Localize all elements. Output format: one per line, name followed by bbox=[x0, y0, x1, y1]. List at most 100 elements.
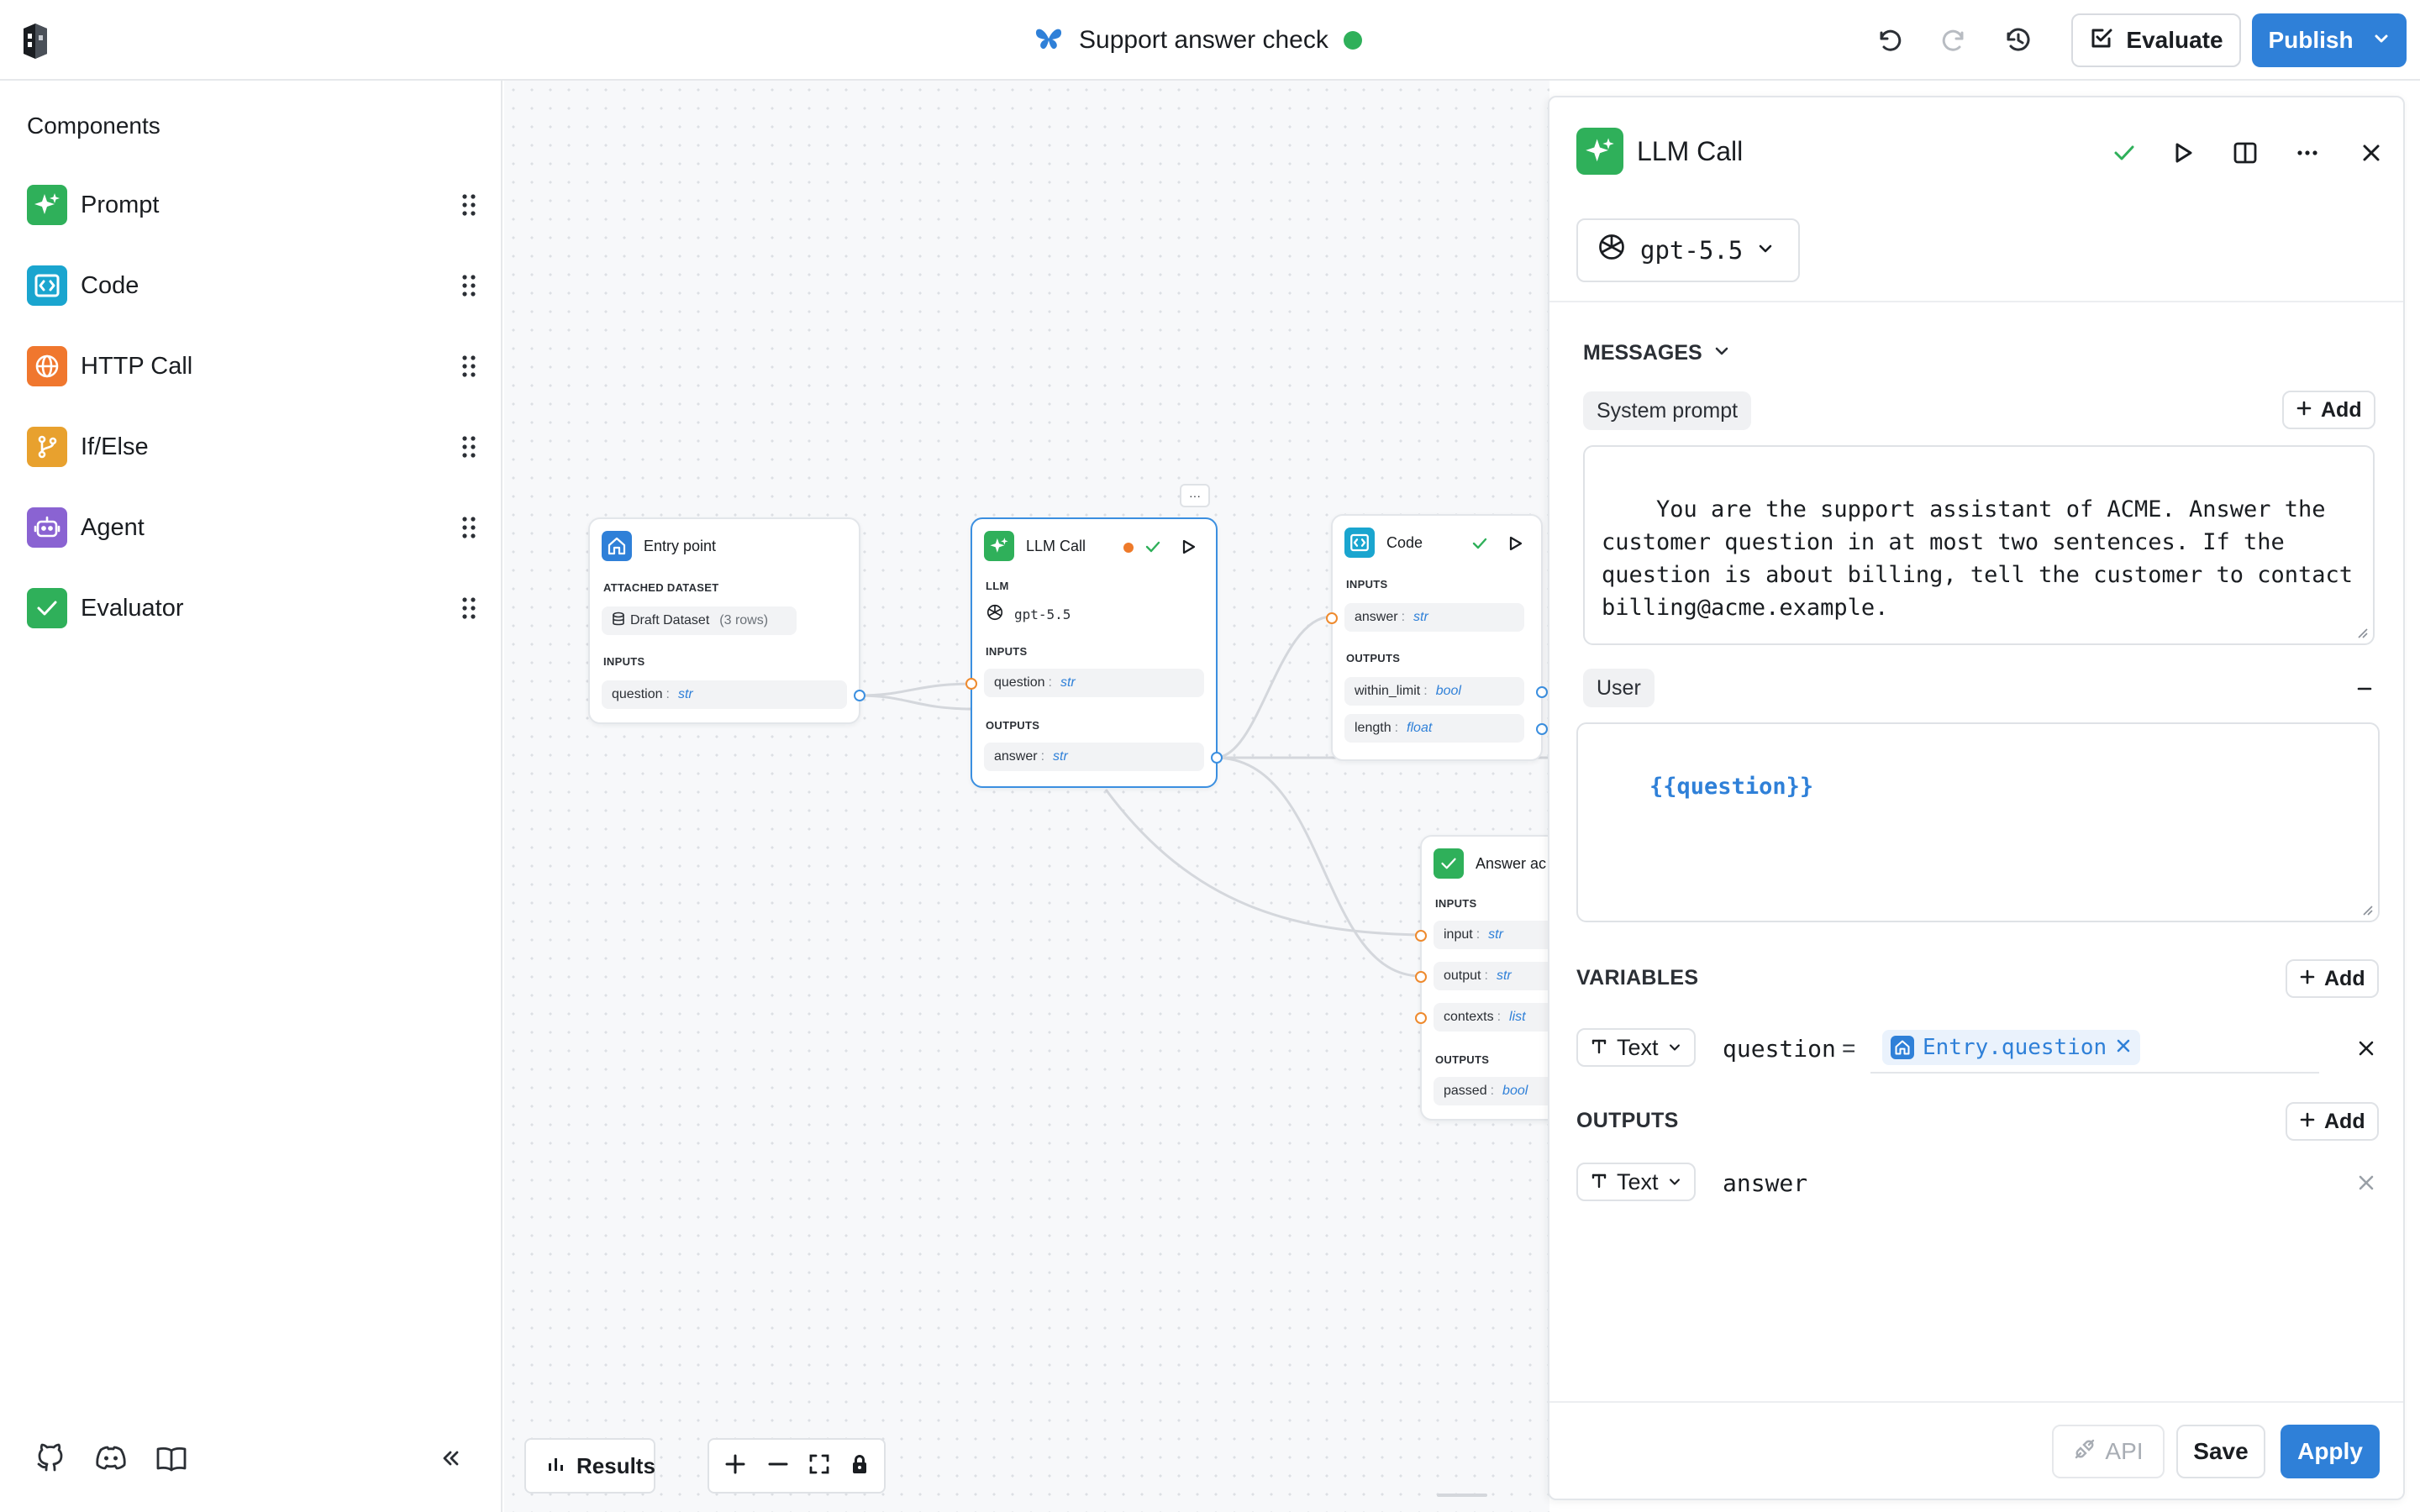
discord-icon[interactable] bbox=[92, 1440, 129, 1477]
evaluate-button[interactable]: Evaluate bbox=[2071, 13, 2241, 67]
drag-handle-icon[interactable] bbox=[460, 192, 477, 218]
api-button[interactable]: API bbox=[2052, 1425, 2165, 1478]
run-icon[interactable] bbox=[1179, 538, 1197, 560]
field-pill[interactable]: answer: str bbox=[984, 743, 1204, 771]
publish-button[interactable]: Publish bbox=[2252, 13, 2407, 67]
apply-button[interactable]: Apply bbox=[2281, 1425, 2380, 1478]
docs-icon[interactable] bbox=[153, 1440, 190, 1477]
results-button[interactable]: Results bbox=[524, 1438, 655, 1494]
input-port[interactable] bbox=[1415, 930, 1427, 942]
system-prompt-textarea[interactable]: You are the support assistant of ACME. A… bbox=[1583, 445, 2375, 645]
sparkle-icon bbox=[984, 531, 1014, 561]
zoom-in-icon[interactable] bbox=[723, 1452, 747, 1480]
outputs-section-label: OUTPUTS bbox=[1346, 652, 1401, 664]
check-icon bbox=[27, 588, 67, 628]
add-label: Add bbox=[2321, 397, 2362, 422]
dataset-pill[interactable]: Draft Dataset (3 rows) bbox=[602, 606, 797, 635]
split-view-icon[interactable] bbox=[2227, 134, 2264, 171]
code-icon bbox=[1344, 528, 1375, 558]
drag-handle-icon[interactable] bbox=[460, 273, 477, 298]
fit-view-icon[interactable] bbox=[808, 1453, 830, 1479]
variable-name[interactable]: question bbox=[1723, 1035, 1836, 1063]
node-title: Answer ac bbox=[1476, 854, 1547, 872]
run-icon[interactable] bbox=[1506, 534, 1524, 557]
database-icon bbox=[612, 612, 625, 631]
zoom-out-icon[interactable] bbox=[766, 1452, 790, 1480]
chevron-down-icon bbox=[1667, 1035, 1682, 1061]
drag-handle-icon[interactable] bbox=[460, 354, 477, 379]
component-agent[interactable]: Agent bbox=[27, 502, 477, 553]
component-if-else[interactable]: If/Else bbox=[27, 422, 477, 472]
field-name: within_limit bbox=[1355, 684, 1421, 698]
resize-handle[interactable] bbox=[1437, 1494, 1487, 1497]
field-pill[interactable]: length: float bbox=[1344, 714, 1524, 743]
variable-type-select[interactable]: Text bbox=[1576, 1028, 1696, 1067]
variable-reference-chip[interactable]: Entry.question bbox=[1882, 1030, 2141, 1065]
outputs-section-label: OUTPUTS bbox=[986, 719, 1040, 732]
field-pill[interactable]: question: str bbox=[984, 669, 1204, 697]
workflow-canvas[interactable] bbox=[504, 81, 1549, 1512]
node-more-button[interactable]: ··· bbox=[1180, 484, 1210, 507]
output-type-select[interactable]: Text bbox=[1576, 1163, 1696, 1201]
resize-grip-icon[interactable] bbox=[2356, 627, 2368, 638]
drag-handle-icon[interactable] bbox=[460, 596, 477, 621]
resize-grip-icon[interactable] bbox=[2361, 904, 2373, 916]
api-label: API bbox=[2105, 1438, 2144, 1464]
model-selector[interactable]: gpt-5.5 bbox=[1576, 218, 1800, 282]
github-icon[interactable] bbox=[32, 1440, 69, 1477]
sparkle-icon bbox=[1576, 128, 1623, 175]
lock-icon[interactable] bbox=[850, 1453, 870, 1479]
output-port[interactable] bbox=[1536, 686, 1548, 698]
app-logo-icon[interactable] bbox=[17, 20, 54, 60]
field-name: answer bbox=[1355, 610, 1398, 624]
close-icon[interactable] bbox=[2353, 134, 2390, 171]
node-model-row: gpt-5.5 bbox=[986, 603, 1071, 626]
input-port[interactable] bbox=[1415, 971, 1427, 983]
save-button[interactable]: Save bbox=[2176, 1425, 2265, 1478]
field-pill[interactable]: within_limit: bool bbox=[1344, 677, 1524, 706]
output-port[interactable] bbox=[1536, 723, 1548, 735]
openai-icon bbox=[1597, 232, 1627, 269]
field-type: str bbox=[1488, 927, 1503, 942]
output-port[interactable] bbox=[1211, 752, 1223, 764]
collapse-icon[interactable] bbox=[432, 1440, 469, 1477]
drag-handle-icon[interactable] bbox=[460, 515, 477, 540]
remove-variable-icon[interactable] bbox=[2351, 1033, 2381, 1063]
remove-message-icon[interactable] bbox=[2349, 674, 2380, 704]
field-pill[interactable]: answer: str bbox=[1344, 603, 1524, 632]
code-node[interactable]: Code INPUTS answer: str OUTPUTS within_li… bbox=[1326, 514, 1548, 761]
component-http-call[interactable]: HTTP Call bbox=[27, 341, 477, 391]
field-type: str bbox=[1496, 969, 1512, 983]
history-icon[interactable] bbox=[2000, 22, 2037, 59]
output-port[interactable] bbox=[854, 690, 865, 701]
messages-label: MESSAGES bbox=[1583, 341, 1702, 365]
remove-reference-icon[interactable] bbox=[2115, 1035, 2132, 1060]
component-evaluator[interactable]: Evaluator bbox=[27, 583, 477, 633]
input-port[interactable] bbox=[1326, 612, 1338, 624]
messages-toggle[interactable]: MESSAGES bbox=[1583, 341, 1731, 365]
home-icon bbox=[602, 531, 632, 561]
input-port[interactable] bbox=[965, 678, 977, 690]
component-prompt[interactable]: Prompt bbox=[27, 180, 477, 230]
field-pill[interactable]: question: str bbox=[602, 680, 847, 709]
input-port[interactable] bbox=[1415, 1012, 1427, 1024]
add-output-button[interactable]: Add bbox=[2286, 1102, 2379, 1141]
user-message-textarea[interactable]: {{question}} bbox=[1576, 722, 2380, 922]
add-variable-button[interactable]: Add bbox=[2286, 959, 2379, 998]
outputs-section-label: OUTPUTS bbox=[1435, 1053, 1490, 1066]
workflow-title[interactable]: Support answer check bbox=[1079, 26, 1328, 55]
output-name[interactable]: answer bbox=[1723, 1169, 1807, 1197]
more-icon[interactable] bbox=[2289, 134, 2326, 171]
redo-icon[interactable] bbox=[1936, 22, 1973, 59]
add-message-button[interactable]: Add bbox=[2282, 391, 2375, 429]
entry-point-node[interactable]: Entry point ATTACHED DATASET Draft Datas… bbox=[588, 517, 865, 724]
system-prompt-chip: System prompt bbox=[1583, 391, 1752, 430]
remove-output-icon[interactable] bbox=[2351, 1168, 2381, 1198]
drag-handle-icon[interactable] bbox=[460, 434, 477, 459]
run-icon[interactable] bbox=[2165, 134, 2202, 171]
component-code[interactable]: Code bbox=[27, 260, 477, 311]
undo-icon[interactable] bbox=[1870, 22, 1907, 59]
node-title: Code bbox=[1386, 533, 1423, 551]
plus-icon bbox=[2299, 967, 2316, 991]
llm-call-node[interactable]: LLM Call LLM gpt-5.5 INPUTS question: str… bbox=[965, 517, 1223, 788]
